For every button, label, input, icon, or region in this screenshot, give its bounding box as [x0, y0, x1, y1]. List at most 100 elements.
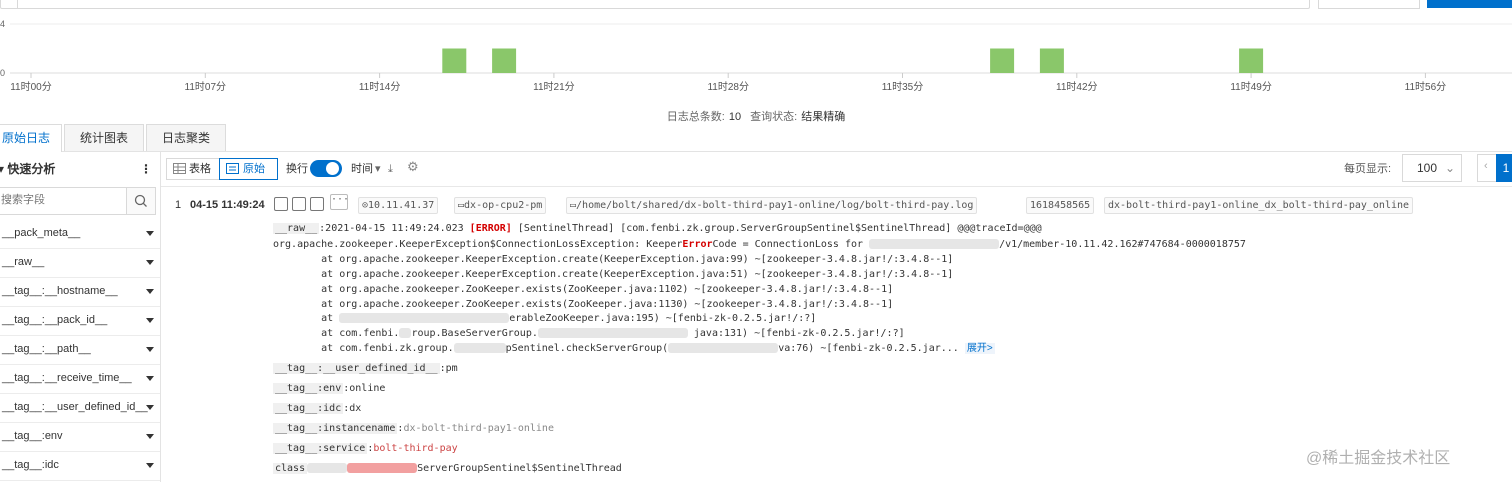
- redacted-area: [668, 343, 779, 353]
- tab-statistics[interactable]: 统计图表: [64, 124, 144, 151]
- raw-icon: [226, 163, 239, 174]
- log-time: 04-15 11:49:24: [190, 199, 265, 211]
- x-tick-label: 11时49分: [1230, 81, 1272, 93]
- more-actions-icon[interactable]: ···: [330, 194, 349, 210]
- field-item[interactable]: __tag__:__pack_id__: [0, 306, 160, 336]
- quick-analysis-title: ▾ 快速分析: [0, 162, 56, 176]
- field-item[interactable]: __raw__: [0, 248, 160, 278]
- x-tick-label: 11时00分: [10, 81, 52, 93]
- tag-field-line: __tag__:service:bolt-third-pay: [273, 443, 458, 454]
- raw-view-button[interactable]: 原始: [219, 158, 278, 180]
- hostname-chip[interactable]: ▭dx-op-cpu2-pm: [454, 197, 547, 214]
- stack-line: at org.apache.zookeeper.ZooKeeper.exists…: [273, 299, 894, 310]
- field-item[interactable]: __tag__:__receive_time__: [0, 364, 160, 394]
- raw-field-line: __raw__:2021-04-15 11:49:24.023 [ERROR] …: [273, 223, 1042, 234]
- query-input[interactable]: [0, 0, 1310, 9]
- stack-line: at org.apache.zookeeper.KeeperException.…: [273, 269, 954, 280]
- query-bar: [0, 0, 1512, 10]
- stack-line: at com.fenbi. roup.BaseServerGroup. java:…: [273, 328, 905, 339]
- stack-line: at erableZooKeeper.java:195) ~[fenbi-zk-…: [273, 313, 817, 324]
- expand-link[interactable]: 展开>: [964, 343, 995, 354]
- path-chip[interactable]: ▭/home/bolt/shared/dx-bolt-third-pay1-on…: [566, 197, 978, 214]
- tab-raw-logs[interactable]: 原始日志: [0, 124, 62, 152]
- histogram-bar: [442, 48, 467, 73]
- more-icon[interactable]: ⋮: [140, 152, 152, 186]
- caret-down-icon: [146, 376, 154, 381]
- redacted-area: [869, 239, 1000, 249]
- field-key[interactable]: __raw__: [273, 223, 320, 234]
- field-item[interactable]: __tag__:env: [0, 422, 160, 452]
- histogram-bar: [1239, 48, 1264, 73]
- redacted-area: [339, 313, 510, 323]
- x-tick-label: 11时07分: [185, 81, 227, 93]
- wrap-toggle[interactable]: [310, 160, 342, 177]
- field-item[interactable]: __tag__:idc: [0, 451, 160, 481]
- quick-analysis-sidebar: ▾ 快速分析 ⋮ __pack_meta__ __raw__ __tag__:_…: [0, 152, 161, 482]
- x-tick-label: 11时21分: [533, 81, 575, 93]
- download-icon[interactable]: ⤓: [388, 158, 393, 180]
- field-item[interactable]: __tag__:__hostname__: [0, 277, 160, 307]
- exception-line: org.apache.zookeeper.KeeperException$Con…: [273, 239, 1246, 250]
- caret-down-icon: [146, 347, 154, 352]
- field-item[interactable]: __tag__:__user_defined_id__: [0, 393, 160, 423]
- histogram-bar: [990, 48, 1015, 73]
- chevron-down-icon: ⌄: [1445, 161, 1456, 175]
- field-search-input[interactable]: [0, 188, 125, 212]
- total-label: 日志总条数:: [666, 111, 725, 123]
- field-key[interactable]: __tag__:env: [273, 383, 344, 394]
- log-toolbar: 表格 原始 换行 时间 ▾ ⤓ ⚙ 每页显示: 100 ⌄ ‹ 1: [161, 152, 1512, 187]
- table-view-button[interactable]: 表格: [167, 159, 219, 179]
- page-1-button[interactable]: 1: [1496, 154, 1512, 182]
- x-tick-label: 11时14分: [359, 81, 401, 93]
- histogram-svg: 4 0 11时00分 11时07分 11时14分 11时21分 11时28分 11时35分 11…: [0, 19, 1512, 93]
- redacted-area: [537, 328, 688, 338]
- caret-down-icon: [146, 289, 154, 294]
- stack-line: at org.apache.zookeeper.ZooKeeper.exists…: [273, 284, 894, 295]
- total-value: 10: [728, 111, 742, 123]
- caret-down-icon: [146, 405, 154, 410]
- table-icon: [173, 163, 186, 174]
- time-range-button[interactable]: [1318, 0, 1420, 9]
- source-ip-chip[interactable]: ⊙10.11.41.37: [358, 197, 439, 214]
- redacted-area: [399, 328, 412, 338]
- result-tabs: 原始日志 统计图表 日志聚类: [0, 124, 1512, 152]
- y-tick-label: 4: [0, 19, 5, 29]
- x-tick-label: 11时35分: [882, 81, 924, 93]
- tab-log-cluster[interactable]: 日志聚类: [146, 124, 226, 151]
- stack-line: at org.apache.zookeeper.KeeperException.…: [273, 254, 954, 265]
- field-key[interactable]: __tag__:idc: [273, 403, 344, 414]
- settings-icon[interactable]: ⚙: [407, 156, 419, 178]
- time-sort-label[interactable]: 时间: [351, 158, 373, 180]
- tag-field-line: __tag__:__user_defined_id__:pm: [273, 363, 458, 374]
- receive-time-chip[interactable]: 1618458565: [1026, 197, 1095, 214]
- field-item[interactable]: __pack_meta__: [0, 219, 160, 249]
- wrap-label: 换行: [286, 163, 308, 175]
- log-summary: 日志总条数: 10 查询状态: 结果精确: [0, 108, 1512, 124]
- live-tail-icon[interactable]: [310, 197, 324, 211]
- search-icon[interactable]: [126, 188, 155, 214]
- page-size-select[interactable]: 100 ⌄: [1402, 154, 1462, 182]
- y-tick-label: 0: [0, 68, 5, 78]
- caret-down-icon: [146, 463, 154, 468]
- field-key[interactable]: class: [273, 463, 308, 474]
- field-key[interactable]: __tag__:__user_defined_id__: [273, 363, 440, 374]
- context-browse-icon[interactable]: [292, 197, 306, 211]
- x-tick-label: 11时56分: [1405, 81, 1447, 93]
- sort-down-icon[interactable]: ▾: [375, 158, 381, 180]
- caret-down-icon: [146, 231, 154, 236]
- view-mode-switch: 表格 原始: [166, 158, 278, 180]
- log-histogram: 4 0 11时00分 11时07分 11时14分 11时21分 11时28分 11时35分 11…: [0, 14, 1512, 114]
- redacted-area: [307, 463, 348, 473]
- field-item[interactable]: __tag__:__path__: [0, 335, 160, 365]
- field-key[interactable]: __tag__:service: [273, 443, 368, 454]
- field-key[interactable]: __tag__:instancename: [273, 423, 398, 434]
- topic-chip[interactable]: dx-bolt-third-pay1-online_dx_bolt-third-…: [1104, 197, 1414, 214]
- status-label: 查询状态:: [750, 111, 798, 123]
- caret-down-icon: [146, 318, 154, 323]
- copy-icon[interactable]: [274, 197, 288, 211]
- watermark: @稀土掘金技术社区: [1306, 450, 1451, 467]
- histogram-bar: [492, 48, 517, 73]
- search-button[interactable]: [1427, 0, 1512, 8]
- redacted-area: [453, 343, 506, 353]
- class-field-line: class ServerGroupSentinel$SentinelThread: [273, 463, 622, 474]
